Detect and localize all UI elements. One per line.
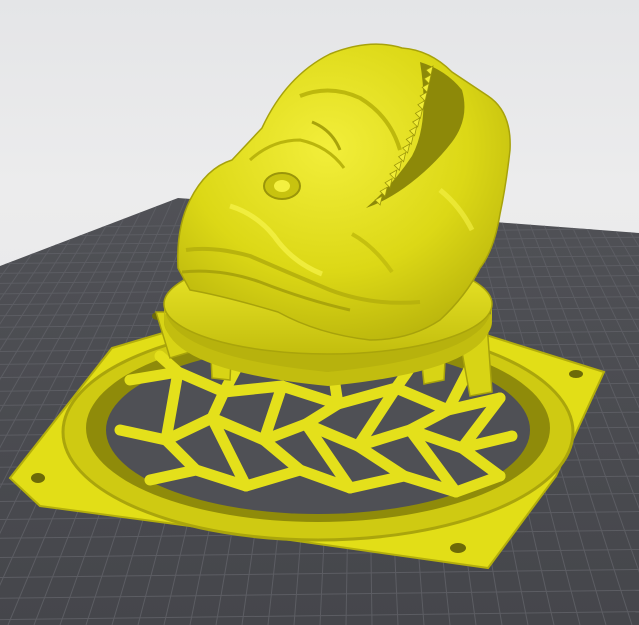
- mount-hole-icon: [450, 543, 466, 553]
- mount-hole-icon: [31, 473, 45, 483]
- 3d-viewport[interactable]: [0, 0, 639, 625]
- creature-head[interactable]: [177, 43, 511, 341]
- mount-hole-icon: [569, 370, 583, 378]
- scene-canvas[interactable]: [0, 0, 639, 625]
